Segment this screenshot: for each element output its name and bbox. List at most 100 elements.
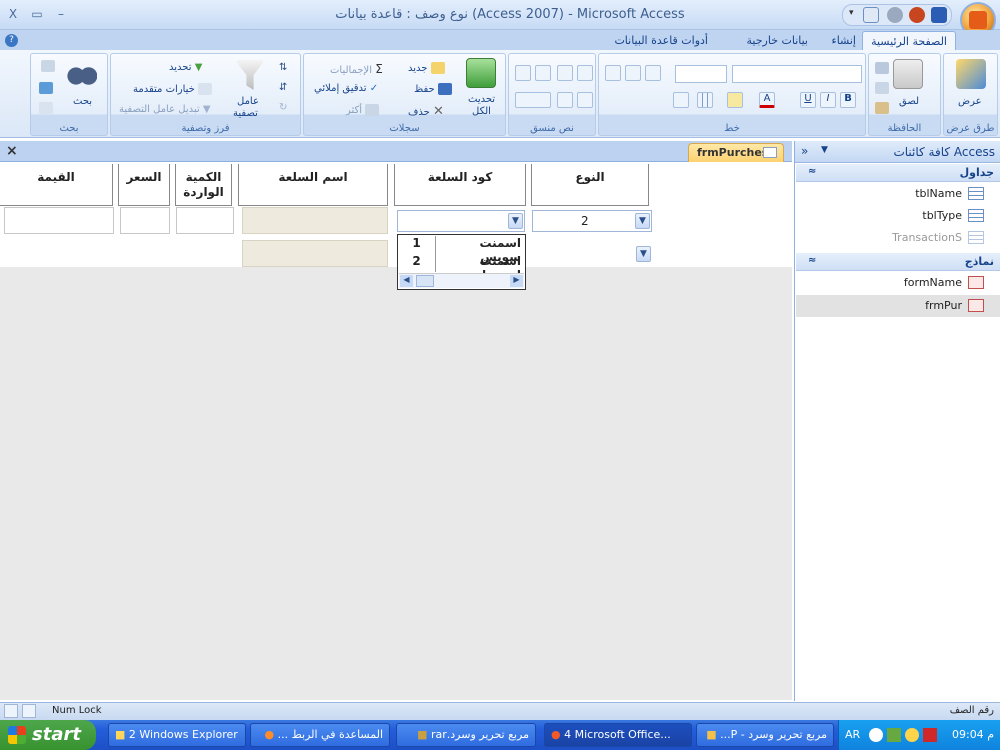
redo-icon[interactable] [887, 7, 903, 23]
dropdown-item[interactable]: 2 اسمنت اسيوط [398, 254, 525, 282]
select-icon[interactable] [39, 102, 53, 114]
align-left-icon[interactable] [645, 65, 661, 81]
tray-icon-1[interactable] [869, 728, 883, 742]
help-icon[interactable]: ? [5, 34, 18, 47]
replace-icon[interactable] [41, 60, 55, 72]
refresh-icon[interactable] [466, 58, 496, 88]
align-center-icon[interactable] [625, 65, 641, 81]
filter-button-label-2[interactable]: تصفية [233, 108, 258, 119]
collapse-section-icon[interactable]: ≈ [808, 166, 816, 177]
paste-button-label[interactable]: لصق [899, 96, 919, 107]
tray-icon-2[interactable] [887, 728, 901, 742]
scroll-thumb[interactable] [416, 275, 434, 287]
nav-item-transactions[interactable]: TransactionS [796, 227, 1000, 249]
align-right-icon[interactable] [605, 65, 621, 81]
sort-descending-icon[interactable]: ⇵ [279, 78, 293, 98]
view-button-label[interactable]: عرض [958, 96, 982, 107]
cut-icon[interactable] [875, 62, 889, 74]
restore-window-button[interactable]: ▭ [28, 5, 46, 23]
delete-record-button[interactable]: حذف ✕ [408, 104, 444, 119]
bold-button[interactable]: B [840, 92, 856, 108]
ltr-icon[interactable] [577, 92, 593, 108]
more-button[interactable]: أكثر [346, 104, 380, 116]
numbering-icon[interactable] [557, 65, 573, 81]
nav-pane-header[interactable]: » ▼ كافة كائنات Access [795, 141, 1000, 163]
find-button-label[interactable]: بحث [73, 96, 92, 107]
taskbar-button-firefox[interactable]: المساعدة في الربط ... ● [250, 723, 390, 747]
scroll-left-icon[interactable]: ◀ [400, 275, 413, 287]
shutter-bar-toggle[interactable]: » [801, 144, 808, 158]
item-code-dropdown-list[interactable]: 1 اسمنت سويس 2 اسمنت اسيوط ◀ ▶ [397, 234, 526, 290]
tray-icon-4[interactable] [923, 728, 937, 742]
nav-item-tbltype[interactable]: tblType [796, 205, 1000, 227]
font-name-select[interactable] [732, 65, 862, 83]
fill-color-icon[interactable] [727, 92, 743, 108]
highlight-icon[interactable] [515, 92, 551, 108]
font-size-select[interactable] [675, 65, 727, 83]
tab-frmpurches[interactable]: frmPurches [688, 143, 784, 162]
tab-create[interactable]: إنشاء [824, 31, 864, 50]
italic-button[interactable]: I [820, 92, 836, 108]
taskbar-button-rar[interactable]: مربع تحرير وسرد.rar ■ [396, 723, 536, 747]
font-color-button[interactable]: A [759, 92, 775, 108]
save-icon[interactable] [931, 7, 947, 23]
increase-indent-icon[interactable] [535, 65, 551, 81]
selection-button[interactable]: تحديد ▼ [169, 62, 202, 73]
bullets-icon[interactable] [577, 65, 593, 81]
refresh-button-label[interactable]: تحديث [468, 94, 495, 105]
refresh-all-label[interactable]: الكل [472, 106, 491, 117]
goto-icon[interactable] [39, 82, 53, 94]
sort-ascending-icon[interactable]: ⇅ [279, 58, 293, 78]
tab-database-tools[interactable]: أدوات قاعدة البيانات [606, 31, 716, 50]
decrease-indent-icon[interactable] [515, 65, 531, 81]
binoculars-icon[interactable] [67, 58, 97, 88]
tab-home[interactable]: الصفحة الرئيسية [862, 31, 956, 50]
scroll-right-icon[interactable]: ▶ [510, 275, 523, 287]
filter-icon[interactable] [235, 60, 265, 90]
toggle-filter-button[interactable]: تبديل عامل التصفية ▼ [119, 104, 211, 115]
close-window-button[interactable]: X [4, 5, 22, 23]
paste-icon[interactable] [893, 59, 923, 89]
copy-icon[interactable] [875, 82, 889, 94]
gridlines-icon[interactable] [697, 92, 713, 108]
layout-view-icon[interactable] [22, 704, 36, 718]
nav-item-frmpur[interactable]: frmPur [796, 295, 1000, 317]
customize-qat-icon[interactable]: ▾ [849, 8, 854, 18]
type-combo[interactable]: 2 ▼ [532, 210, 652, 232]
nav-item-formname[interactable]: formName [796, 272, 1000, 294]
format-painter-icon[interactable] [875, 102, 889, 114]
start-button[interactable]: start [0, 720, 96, 750]
save-record-button[interactable]: حفظ [414, 83, 452, 95]
taskbar-button-ppt[interactable]: مربع تحرير وسرد - P... ■ [696, 723, 834, 747]
chevron-down-icon[interactable]: ▼ [635, 213, 650, 229]
nav-section-tables[interactable]: ≈ جداول [796, 164, 1000, 182]
taskbar-button-explorer[interactable]: ■ 2 Windows Explorer [108, 723, 246, 747]
filter-button-label-1[interactable]: عامل [237, 96, 259, 107]
form-view-icon[interactable] [4, 704, 18, 718]
tab-external-data[interactable]: بيانات خارجية [739, 31, 816, 50]
tray-icon-3[interactable] [905, 728, 919, 742]
window-mode-icon[interactable] [863, 7, 879, 23]
quantity-field[interactable] [176, 207, 234, 234]
advanced-button[interactable]: خيارات متقدمة [133, 83, 213, 95]
rtl-icon[interactable] [557, 92, 573, 108]
view-icon[interactable] [956, 59, 986, 89]
totals-button[interactable]: الإجماليات Σ [330, 62, 383, 76]
nav-item-tblname[interactable]: tblName [796, 183, 1000, 205]
value-field[interactable] [4, 207, 114, 234]
nav-section-forms[interactable]: ≈ نماذج [796, 253, 1000, 271]
chevron-down-icon[interactable]: ▼ [636, 246, 651, 262]
language-indicator[interactable]: AR [845, 728, 860, 741]
undo-icon[interactable] [909, 7, 925, 23]
alternate-fill-icon[interactable] [673, 92, 689, 108]
dropdown-item[interactable]: 1 اسمنت سويس [398, 236, 525, 264]
new-record-button[interactable]: جديد [408, 62, 445, 74]
chevron-down-icon[interactable]: ▼ [508, 213, 523, 229]
nav-menu-chevron-icon[interactable]: ▼ [821, 145, 828, 155]
horizontal-scrollbar[interactable]: ◀ ▶ [399, 273, 524, 288]
price-field[interactable] [120, 207, 170, 234]
item-code-combo[interactable]: ▼ [397, 210, 525, 232]
collapse-section-icon[interactable]: ≈ [808, 255, 816, 266]
close-form-button[interactable]: × [6, 143, 18, 159]
spelling-button[interactable]: تدقيق إملائي ✓ [314, 83, 378, 94]
